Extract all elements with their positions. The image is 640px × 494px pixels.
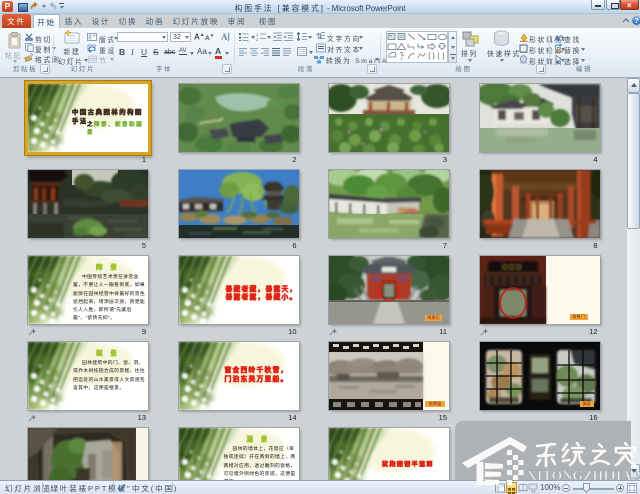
svg-text:A: A	[221, 32, 228, 42]
svg-text:2: 2	[256, 37, 259, 41]
svg-text:口 口 口: 口 口 口	[502, 264, 522, 271]
svg-text:⇅: ⇅	[316, 32, 323, 41]
